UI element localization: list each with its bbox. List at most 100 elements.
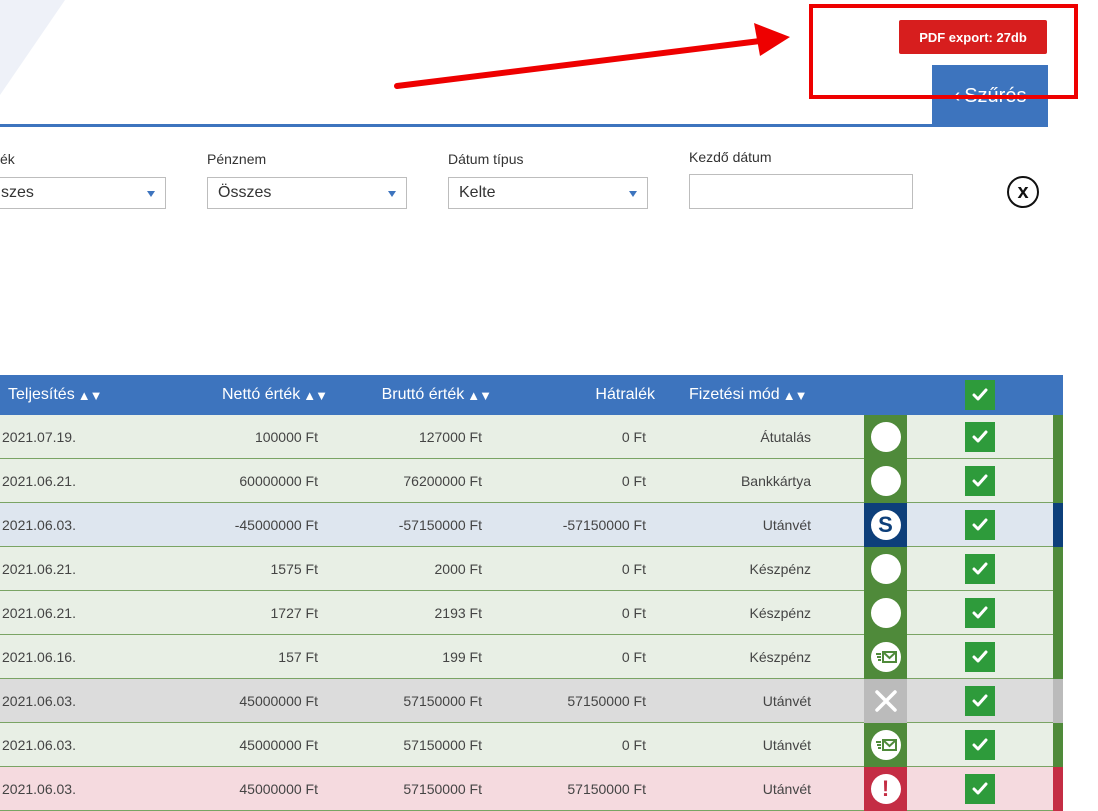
column-header-fizetesi-mod[interactable]: Fizetési mód ▲▼ [689,375,808,415]
cell-teljesites: 2021.06.16. [2,648,76,665]
row-checkbox[interactable] [965,466,995,496]
blank-circle-icon [870,598,901,628]
date-type-filter-label: Dátum típus [448,151,524,167]
cell-teljesites: 2021.07.19. [2,428,76,445]
table-row[interactable]: 2021.06.03. 45000000 Ft 57150000 Ft 0 Ft Utá… [0,723,1063,767]
cell-fizetesi-mod: Utánvét [762,692,811,709]
cell-hatralek: 57150000 Ft [567,692,646,709]
column-header-label: Fizetési mód [689,386,780,403]
cell-netto: 100000 Ft [254,428,318,445]
pdf-export-button[interactable]: PDF export: 27db [899,20,1047,54]
table-row[interactable]: 2021.06.03. -45000000 Ft -57150000 Ft -5715… [0,503,1063,547]
dropdown-caret-icon [388,191,396,197]
filter-toggle-label: Szűrés [964,84,1027,107]
cell-teljesites: 2021.06.03. [2,516,76,533]
cell-brutto: 2193 Ft [434,604,482,621]
cell-brutto: 76200000 Ft [403,472,482,489]
table-row[interactable]: 2021.07.19. 100000 Ft 127000 Ft 0 Ft Átutalá… [0,415,1063,459]
column-header-hatralek: Hátralék [520,375,655,415]
row-status-bar [1053,459,1063,503]
cell-brutto: -57150000 Ft [398,516,482,533]
cell-hatralek: 0 Ft [621,604,646,621]
sort-arrows-icon[interactable]: ▲▼ [467,388,492,403]
status-indicator[interactable] [864,415,907,459]
row-checkbox[interactable] [965,642,995,672]
cell-teljesites: 2021.06.21. [2,472,76,489]
column-header-label: Bruttó érték [381,386,465,403]
start-date-label: Kezdő dátum [689,149,772,165]
storno-s-icon: S [870,510,901,540]
cell-netto: -45000000 Ft [234,516,318,533]
cell-brutto: 57150000 Ft [403,736,482,753]
checkmark-icon [972,738,988,751]
select-all-checkbox[interactable] [965,380,995,410]
cell-netto: 45000000 Ft [239,736,318,753]
blank-circle-icon [870,466,901,496]
row-status-bar [1053,679,1063,723]
column-header-label: Teljesítés [8,386,75,403]
cell-hatralek: 0 Ft [621,560,646,577]
table-row[interactable]: 2021.06.03. 45000000 Ft 57150000 Ft 5715000… [0,679,1063,723]
cell-fizetesi-mod: Utánvét [762,736,811,753]
status-indicator[interactable] [864,723,907,767]
cell-fizetesi-mod: Utánvét [762,516,811,533]
column-header-netto[interactable]: Nettó érték ▲▼ [180,375,328,415]
cell-netto: 60000000 Ft [239,472,318,489]
cell-teljesites: 2021.06.21. [2,604,76,621]
currency-filter-select[interactable]: Összes [207,177,407,209]
cell-teljesites: 2021.06.03. [2,736,76,753]
cancelled-x-icon [874,690,897,712]
cell-netto: 1575 Ft [270,560,318,577]
table-row[interactable]: 2021.06.21. 1727 Ft 2193 Ft 0 Ft Készpénz [0,591,1063,635]
checkmark-icon [972,430,988,443]
cell-brutto: 199 Ft [442,648,482,665]
table-row[interactable]: 2021.06.21. 1575 Ft 2000 Ft 0 Ft Készpénz [0,547,1063,591]
sort-arrows-icon[interactable]: ▲▼ [303,388,328,403]
status-indicator[interactable] [864,547,907,591]
column-header-teljesites[interactable]: Teljesítés ▲▼ [8,375,103,415]
row-checkbox[interactable] [965,686,995,716]
filter-toggle-button[interactable]: ‹ Szűrés [932,65,1048,127]
checkmark-icon [972,782,988,795]
table-row[interactable]: 2021.06.16. 157 Ft 199 Ft 0 Ft Készpénz [0,635,1063,679]
row-status-bar [1053,547,1063,591]
status-indicator[interactable] [864,635,907,679]
row-checkbox[interactable] [965,730,995,760]
row-checkbox[interactable] [965,422,995,452]
date-type-filter-select[interactable]: Kelte [448,177,648,209]
cell-teljesites: 2021.06.21. [2,560,76,577]
status-filter-select[interactable]: szes [0,177,166,209]
row-checkbox[interactable] [965,510,995,540]
sort-arrows-icon[interactable]: ▲▼ [78,388,103,403]
blank-circle-icon [870,554,901,584]
table-row[interactable]: 2021.06.03. 45000000 Ft 57150000 Ft 5715000… [0,767,1063,811]
column-header-label: Nettó érték [222,386,301,403]
cell-fizetesi-mod: Átutalás [760,428,811,445]
status-indicator[interactable]: ! [864,767,907,811]
cell-hatralek: -57150000 Ft [562,516,646,533]
cell-fizetesi-mod: Készpénz [749,560,811,577]
row-status-bar [1053,503,1063,547]
cell-hatralek: 0 Ft [621,428,646,445]
blank-circle-icon [870,422,901,452]
table-row[interactable]: 2021.06.21. 60000000 Ft 76200000 Ft 0 Ft Ban… [0,459,1063,503]
row-checkbox[interactable] [965,598,995,628]
status-indicator[interactable]: S [864,503,907,547]
cell-fizetesi-mod: Készpénz [749,648,811,665]
start-date-input[interactable] [689,174,913,209]
status-indicator[interactable] [864,679,907,723]
status-indicator[interactable] [864,459,907,503]
email-sent-icon [870,642,901,672]
dropdown-caret-icon [147,191,155,197]
column-header-brutto[interactable]: Bruttó érték ▲▼ [340,375,492,415]
checkmark-icon [972,694,988,707]
currency-filter-value: Összes [218,184,272,201]
clear-filters-button[interactable]: x [1007,176,1039,208]
row-status-bar [1053,415,1063,459]
status-indicator[interactable] [864,591,907,635]
row-checkbox[interactable] [965,774,995,804]
overdue-exclamation-icon: ! [870,774,901,804]
row-checkbox[interactable] [965,554,995,584]
chevron-left-icon: ‹ [953,84,961,107]
sort-arrows-icon[interactable]: ▲▼ [783,388,808,403]
